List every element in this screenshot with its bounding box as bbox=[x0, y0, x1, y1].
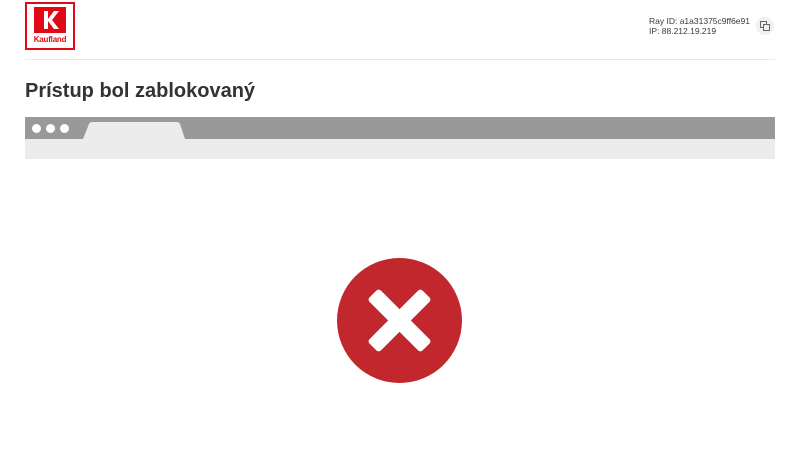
error-x-icon bbox=[337, 258, 462, 383]
kaufland-logo: Kaufland bbox=[25, 2, 75, 50]
header-divider bbox=[25, 59, 775, 60]
logo-brand-text: Kaufland bbox=[33, 35, 67, 44]
ray-info: Ray ID: a1a31375c9ff6e91 IP: 88.212.19.2… bbox=[649, 16, 750, 36]
browser-bar bbox=[25, 117, 775, 139]
browser-body bbox=[25, 139, 775, 159]
copy-icon bbox=[760, 21, 770, 31]
copy-button[interactable] bbox=[756, 17, 774, 35]
ray-id: Ray ID: a1a31375c9ff6e91 bbox=[649, 16, 750, 26]
browser-illustration bbox=[25, 117, 775, 159]
blocked-page: Kaufland Ray ID: a1a31375c9ff6e91 IP: 88… bbox=[0, 0, 800, 450]
ip-address: IP: 88.212.19.219 bbox=[649, 26, 717, 36]
browser-tab bbox=[83, 122, 185, 139]
page-title: Prístup bol zablokovaný bbox=[25, 80, 256, 102]
kaufland-k-mark bbox=[34, 7, 66, 33]
